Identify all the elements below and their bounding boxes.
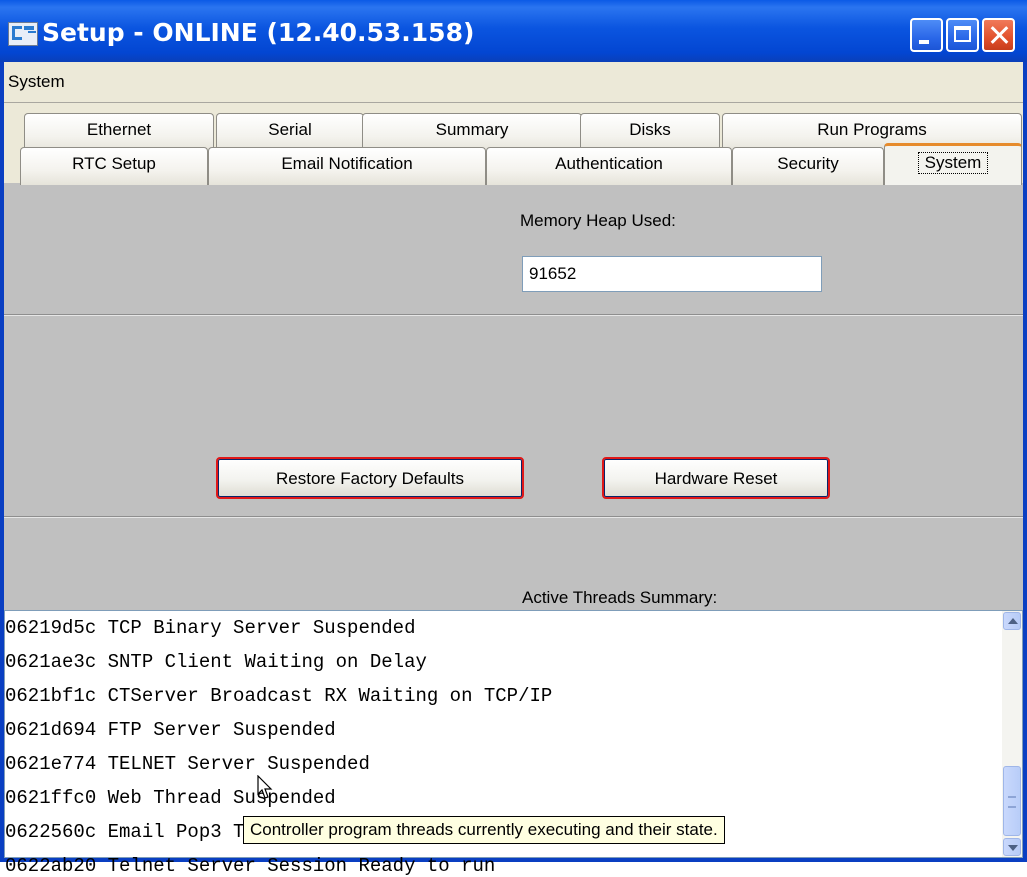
maximize-button[interactable] (946, 18, 979, 52)
list-item[interactable]: 0621e774 TELNET Server Suspended (5, 753, 370, 775)
system-panel: Memory Heap Used: 91652 Restore Factory … (4, 185, 1023, 877)
app-icon[interactable] (8, 22, 38, 46)
tab-label: Serial (268, 120, 312, 139)
tab-summary[interactable]: Summary (362, 113, 582, 151)
tab-disks[interactable]: Disks (580, 113, 720, 151)
chevron-down-icon (1008, 845, 1018, 851)
list-item[interactable]: 0621ffc0 Web Thread Suspended (5, 787, 336, 809)
menu-bar: System (4, 62, 1023, 103)
client-area: System Ethernet Serial Summary Disks Run… (4, 62, 1023, 877)
list-item[interactable]: 0621bf1c CTServer Broadcast RX Waiting o… (5, 685, 552, 707)
memory-heap-field[interactable]: 91652 (522, 256, 822, 292)
tab-label: Email Notification (281, 154, 413, 173)
threads-scrollbar[interactable] (1002, 611, 1022, 857)
title-bar[interactable]: Setup - ONLINE (12.40.53.158) (0, 0, 1027, 62)
tab-label: Authentication (555, 154, 663, 173)
memory-heap-label: Memory Heap Used: (520, 211, 676, 230)
list-item[interactable]: 0622ab20 Telnet Server Session Ready to … (5, 855, 495, 877)
hardware-reset-button[interactable]: Hardware Reset (602, 457, 830, 499)
list-item[interactable]: 06219d5c TCP Binary Server Suspended (5, 617, 415, 639)
tab-rtc-setup[interactable]: RTC Setup (20, 147, 208, 185)
tab-system-label: System (917, 152, 989, 174)
tab-label: Run Programs (817, 120, 927, 139)
restore-factory-defaults-button[interactable]: Restore Factory Defaults (216, 457, 524, 499)
scroll-down-button[interactable] (1003, 838, 1021, 856)
tab-label: Security (777, 154, 839, 173)
divider (4, 516, 1023, 518)
tab-security[interactable]: Security (732, 147, 884, 185)
tab-label: System (885, 146, 1021, 174)
tab-label: Ethernet (86, 120, 152, 139)
tab-serial[interactable]: Serial (216, 113, 364, 151)
menu-system[interactable]: System (8, 72, 65, 92)
close-button[interactable] (982, 18, 1015, 52)
setup-window: Setup - ONLINE (12.40.53.158) System Eth… (0, 0, 1027, 877)
scroll-thumb[interactable] (1003, 766, 1021, 836)
chevron-up-icon (1008, 618, 1018, 624)
tab-strip: Ethernet Serial Summary Disks Run Progra… (4, 103, 1023, 185)
tab-system[interactable]: System (884, 143, 1022, 185)
divider (4, 314, 1023, 316)
mouse-cursor-icon (257, 775, 273, 799)
tab-email-notification[interactable]: Email Notification (208, 147, 486, 185)
list-item[interactable]: 0621d694 FTP Server Suspended (5, 719, 336, 741)
tab-label: Summary (435, 120, 509, 139)
minimize-button[interactable] (910, 18, 943, 52)
list-item[interactable]: 0621ae3c SNTP Client Waiting on Delay (5, 651, 427, 673)
tab-authentication[interactable]: Authentication (486, 147, 732, 185)
scroll-up-button[interactable] (1003, 612, 1021, 630)
tab-ethernet[interactable]: Ethernet (24, 113, 214, 151)
tab-label: Disks (629, 120, 671, 139)
active-threads-label: Active Threads Summary: (522, 588, 718, 607)
threads-tooltip: Controller program threads currently exe… (243, 816, 725, 844)
window-title: Setup - ONLINE (12.40.53.158) (42, 18, 475, 47)
tab-label: RTC Setup (72, 154, 156, 173)
